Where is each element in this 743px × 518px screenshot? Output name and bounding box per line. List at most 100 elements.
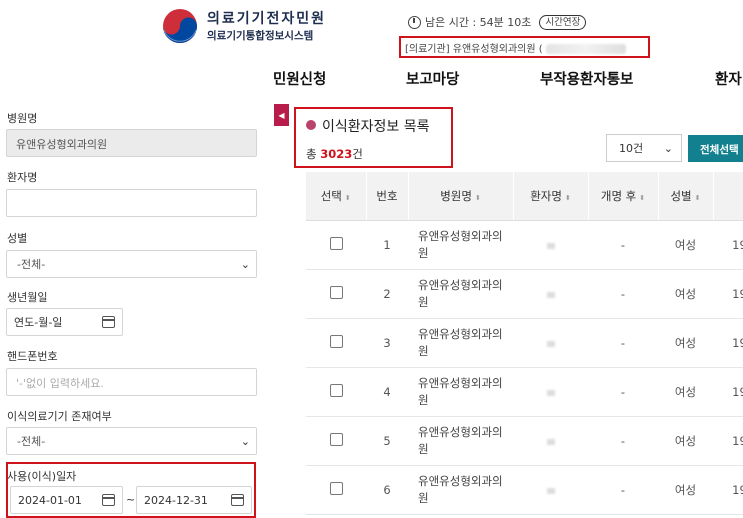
row-patient-name xyxy=(513,220,588,270)
row-hospital: 유앤유성형외과의원 xyxy=(408,367,513,417)
hospital-field: 유앤유성형외과의원 xyxy=(6,129,257,157)
collapse-panel-button[interactable]: ◀ xyxy=(274,104,289,126)
gender-label: 성별 xyxy=(7,232,28,245)
row-patient-name xyxy=(513,318,588,368)
row-checkbox[interactable] xyxy=(329,334,343,348)
redacted-mark xyxy=(546,438,555,445)
row-renamed: - xyxy=(588,416,658,466)
nav-item-complaint[interactable]: 민원신청 xyxy=(273,68,326,89)
redacted-mark xyxy=(546,389,555,396)
sort-icon[interactable]: ⬍ xyxy=(475,194,481,202)
row-patient-name xyxy=(513,367,588,417)
row-patient-name xyxy=(513,465,588,515)
row-renamed: - xyxy=(588,269,658,319)
row-gender: 여성 xyxy=(658,318,713,368)
session-timer: 남은 시간 : 54분 10초 시간연장 xyxy=(408,14,587,30)
redacted-mark xyxy=(546,487,555,494)
date-to-input[interactable]: 2024-12-31 xyxy=(136,486,252,514)
row-patient-name xyxy=(513,269,588,319)
row-hospital: 유앤유성형외과의원 xyxy=(408,269,513,319)
chevron-down-icon: ⌄ xyxy=(240,257,250,271)
row-extra: 19 xyxy=(713,465,743,515)
total-count-number: 3023 xyxy=(320,147,353,161)
row-extra: 19 xyxy=(713,220,743,270)
table-row[interactable]: 6 유앤유성형외과의원 - 여성 19 xyxy=(306,465,743,515)
row-hospital: 유앤유성형외과의원 xyxy=(408,220,513,270)
row-number: 4 xyxy=(366,367,408,417)
birth-date-input[interactable]: 연도-월-일 xyxy=(6,308,123,336)
extend-session-button[interactable]: 시간연장 xyxy=(539,14,587,30)
row-checkbox[interactable] xyxy=(329,236,343,250)
patient-table: 선택 ⬍ 번호 병원명 ⬍ 환자명 ⬍ 개명 후 ⬍ 성별 ⬍ 1 유앤유성형외과의원 -… xyxy=(306,172,743,515)
row-checkbox[interactable] xyxy=(329,432,343,446)
row-extra: 19 xyxy=(713,416,743,466)
calendar-icon[interactable] xyxy=(231,494,244,506)
implant-exists-select[interactable]: -전체- ⌄ xyxy=(6,427,257,455)
row-extra: 19 xyxy=(713,367,743,417)
nav-item-adverse-event[interactable]: 부작용환자통보 xyxy=(540,68,633,89)
patient-name-input[interactable] xyxy=(6,189,257,217)
birth-date-label: 생년월일 xyxy=(7,291,48,304)
calendar-icon[interactable] xyxy=(102,494,115,506)
logo-title[interactable]: 의료기기전자민원 xyxy=(207,8,326,28)
row-hospital: 유앤유성형외과의원 xyxy=(408,465,513,515)
sort-icon[interactable]: ⬍ xyxy=(565,194,571,202)
column-label: 번호 xyxy=(376,188,398,203)
nav-item-patient[interactable]: 환자 xyxy=(715,68,742,89)
logo-subtitle[interactable]: 의료기기통합정보시스템 xyxy=(207,28,313,43)
table-row[interactable]: 3 유앤유성형외과의원 - 여성 19 xyxy=(306,318,743,368)
column-label: 개명 후 xyxy=(600,188,637,203)
total-count: 총 3023건 xyxy=(306,146,363,162)
row-renamed: - xyxy=(588,220,658,270)
row-number: 6 xyxy=(366,465,408,515)
birth-date-placeholder: 연도-월-일 xyxy=(14,316,63,329)
row-checkbox[interactable] xyxy=(329,481,343,495)
column-label: 성별 xyxy=(670,188,692,203)
column-header-renamed[interactable]: 개명 후 ⬍ xyxy=(588,172,659,221)
column-header-select[interactable]: 선택 ⬍ xyxy=(306,172,367,221)
nav-item-report[interactable]: 보고마당 xyxy=(406,68,459,89)
sort-icon[interactable]: ⬍ xyxy=(695,194,701,202)
sort-icon[interactable]: ⬍ xyxy=(639,194,645,202)
chevron-down-icon: ⌄ xyxy=(663,141,673,155)
column-header-gender[interactable]: 성별 ⬍ xyxy=(658,172,714,221)
page-size-select[interactable]: 10건 ⌄ xyxy=(606,134,682,162)
row-number: 5 xyxy=(366,416,408,466)
row-gender: 여성 xyxy=(658,220,713,270)
date-from-input[interactable]: 2024-01-01 xyxy=(10,486,123,514)
row-checkbox[interactable] xyxy=(329,285,343,299)
chevron-down-icon: ⌄ xyxy=(240,434,250,448)
row-renamed: - xyxy=(588,465,658,515)
column-header-patient[interactable]: 환자명 ⬍ xyxy=(513,172,589,221)
phone-placeholder: '-'없이 입력하세요. xyxy=(16,377,104,390)
implant-selected-value: -전체- xyxy=(17,435,46,448)
search-filter-panel: 병원명 유앤유성형외과의원 환자명 성별 -전체- ⌄ 생년월일 연도-월-일 … xyxy=(0,100,265,518)
table-row[interactable]: 4 유앤유성형외과의원 - 여성 19 xyxy=(306,367,743,417)
column-label: 환자명 xyxy=(530,188,562,203)
select-all-button[interactable]: 전체선택 xyxy=(688,135,743,162)
column-header-extra xyxy=(713,172,743,221)
sort-icon[interactable]: ⬍ xyxy=(345,194,351,202)
hospital-label: 병원명 xyxy=(7,112,38,125)
row-gender: 여성 xyxy=(658,269,713,319)
patient-name-label: 환자명 xyxy=(7,171,38,184)
date-from-value: 2024-01-01 xyxy=(18,493,82,507)
row-extra: 19 xyxy=(713,318,743,368)
column-header-hospital[interactable]: 병원명 ⬍ xyxy=(408,172,514,221)
redacted-mark xyxy=(546,291,555,298)
date-to-value: 2024-12-31 xyxy=(144,493,208,507)
row-number: 2 xyxy=(366,269,408,319)
table-row[interactable]: 5 유앤유성형외과의원 - 여성 19 xyxy=(306,416,743,466)
row-number: 3 xyxy=(366,318,408,368)
page-size-value: 10건 xyxy=(619,142,644,155)
table-row[interactable]: 1 유앤유성형외과의원 - 여성 19 xyxy=(306,220,743,270)
main-nav: 민원신청 보고마당 부작용환자통보 환자 xyxy=(0,68,743,90)
calendar-icon[interactable] xyxy=(102,316,115,328)
gender-select[interactable]: -전체- ⌄ xyxy=(6,250,257,278)
row-checkbox[interactable] xyxy=(329,383,343,397)
table-row[interactable]: 2 유앤유성형외과의원 - 여성 19 xyxy=(306,269,743,319)
taegeuk-logo-icon[interactable] xyxy=(160,6,200,46)
total-prefix: 총 xyxy=(306,147,321,161)
phone-input[interactable]: '-'없이 입력하세요. xyxy=(6,368,257,396)
column-header-number: 번호 xyxy=(366,172,409,221)
